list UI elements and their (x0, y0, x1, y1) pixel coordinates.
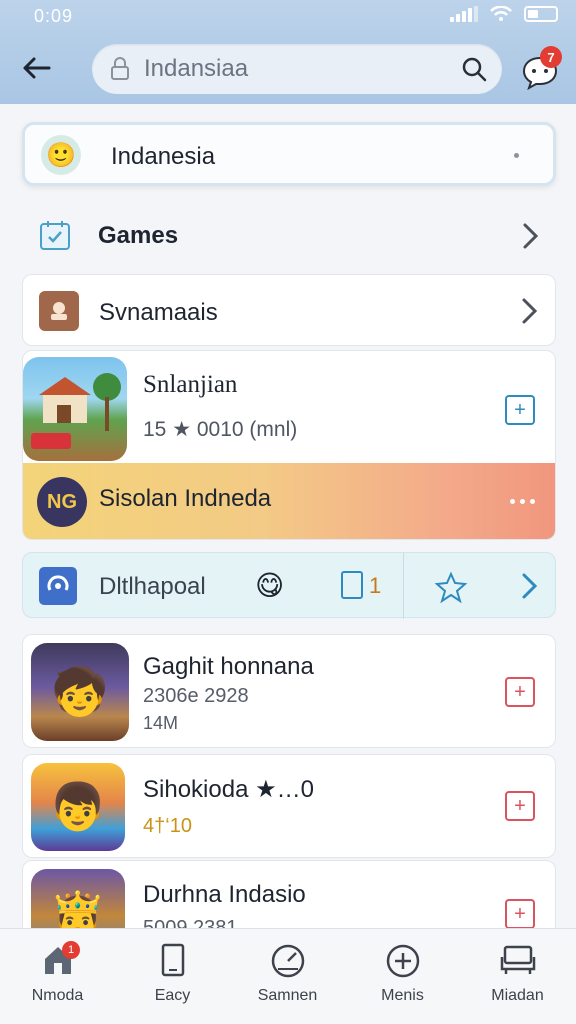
battery-icon (524, 6, 558, 22)
emoji-face-icon: 😋 (255, 570, 285, 601)
add-button[interactable]: + (505, 395, 535, 425)
app-store-icon (39, 567, 77, 605)
location-label: Indanesia (111, 143, 216, 170)
game-meta: 2306e 2928 (143, 685, 249, 707)
category-row[interactable]: Svnamaais (22, 274, 556, 346)
promo-logo: NG (37, 477, 87, 527)
games-row[interactable]: Games (22, 206, 556, 262)
arrow-left-icon (23, 57, 51, 79)
sofa-icon (500, 945, 535, 974)
game-title: Gaghit honnana (143, 653, 314, 680)
search-icon[interactable] (460, 55, 488, 83)
lock-icon (111, 57, 129, 80)
calendar-check-icon (40, 221, 70, 250)
nav-label: Miadan (491, 987, 544, 1004)
status-icons (450, 6, 558, 22)
promo-banner[interactable]: NG Sisolan Indneda (23, 463, 555, 539)
bookmark-icon[interactable] (341, 571, 363, 599)
nav-label: Nmoda (31, 987, 84, 1004)
divider (403, 553, 404, 619)
rated-count: 1 (369, 573, 382, 598)
nav-item-sofa[interactable]: Miadan (460, 929, 575, 1024)
tablet-icon (161, 943, 184, 977)
nav-item-tablet[interactable]: Eacy (115, 929, 230, 1024)
nav-item-plus[interactable]: Menis (345, 929, 460, 1024)
game-meta: 4†‘10 (143, 815, 192, 837)
nav-label: Eacy (154, 987, 191, 1004)
featured-game-title: Snlanjian (143, 371, 238, 398)
featured-game-meta: 15 ★ 0010 (mnl) (143, 418, 298, 441)
game-title: Durhna Indasio (143, 881, 306, 908)
add-button[interactable]: + (505, 899, 535, 929)
category-label: Svnamaais (99, 299, 218, 326)
search-input[interactable] (144, 52, 434, 86)
more-icon[interactable] (514, 153, 519, 158)
nav-item-gauge[interactable]: Samnen (230, 929, 345, 1024)
chat-badge: 7 (540, 46, 562, 68)
game-size: 14M (143, 713, 179, 733)
chevron-right-icon[interactable] (521, 572, 539, 600)
nav-item-home[interactable]: 1 Nmoda (0, 929, 115, 1024)
wifi-icon (490, 6, 512, 21)
game-thumbnail: 👦 (31, 763, 125, 851)
game-thumbnail: 🧒 (31, 643, 129, 741)
rated-label: Dltlhapoal (99, 573, 206, 600)
add-button[interactable]: + (505, 791, 535, 821)
more-dots-icon[interactable] (510, 499, 535, 504)
promo-title: Sisolan Indneda (99, 485, 272, 512)
chevron-right-icon (523, 223, 539, 249)
featured-game-card[interactable]: Snlanjian 15 ★ 0010 (mnl) + NG Sisolan I… (22, 350, 556, 540)
games-label: Games (98, 222, 179, 249)
gauge-icon (271, 944, 304, 978)
star-outline-icon[interactable] (433, 571, 469, 603)
top-bar: 0:09 7 (0, 0, 576, 104)
bottom-nav: 1 Nmoda Eacy Samnen Menis Miadan (0, 928, 576, 1024)
plus-circle-icon (386, 944, 419, 978)
nav-label: Samnen (257, 987, 318, 1004)
status-time: 0:09 (34, 6, 74, 26)
nav-badge: 1 (62, 941, 80, 959)
search-bar[interactable] (92, 44, 502, 94)
back-button[interactable] (16, 48, 56, 88)
location-selector[interactable]: 🙂 Indanesia (22, 122, 556, 186)
game-title: Sihokioda ★…0 (143, 776, 314, 803)
game-list-item[interactable]: 👦 Sihokioda ★…0 4†‘10 + (22, 754, 556, 858)
game-list-item[interactable]: 🧒 Gaghit honnana 2306e 2928 14M + (22, 634, 556, 748)
featured-game-thumbnail (23, 357, 127, 461)
chevron-right-icon (522, 298, 538, 324)
category-icon (39, 291, 79, 331)
signal-icon (450, 6, 478, 22)
add-button[interactable]: + (505, 677, 535, 707)
rated-row[interactable]: Dltlhapoal 😋 1 (22, 552, 556, 619)
location-avatar-icon: 🙂 (41, 135, 81, 175)
nav-label: Menis (381, 987, 424, 1004)
